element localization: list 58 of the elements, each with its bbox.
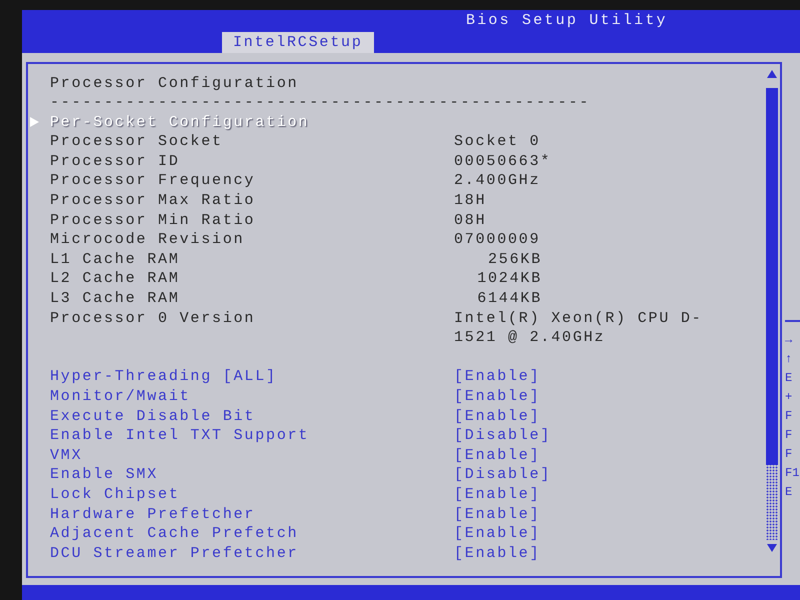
page-title: Processor Configuration <box>50 74 298 94</box>
info-value: 6144KB <box>477 289 542 309</box>
option-value[interactable]: [Enable] <box>454 367 540 387</box>
option-value[interactable]: [Enable] <box>454 544 540 564</box>
info-label: Processor 0 Version <box>50 310 256 327</box>
key-hint: F <box>785 408 792 425</box>
key-hint: → <box>785 332 792 349</box>
info-value: Intel(R) Xeon(R) CPU D-1521 @ 2.40GHz <box>454 308 704 348</box>
option-value[interactable]: [Enable] <box>454 387 540 407</box>
info-value: 256KB <box>488 250 542 270</box>
option-label[interactable]: Hyper-Threading [ALL] <box>50 368 277 386</box>
scroll-up-arrow-icon[interactable] <box>767 70 777 78</box>
key-hint: F <box>785 446 792 463</box>
info-label: Processor ID <box>50 152 180 170</box>
scroll-down-arrow-icon[interactable] <box>767 544 777 552</box>
key-hint: E <box>785 370 792 387</box>
info-value: 00050663* <box>454 152 552 172</box>
option-label[interactable]: Execute Disable Bit <box>50 408 256 425</box>
option-label[interactable]: Monitor/Mwait <box>50 388 190 405</box>
option-label[interactable]: Enable SMX <box>50 466 158 484</box>
info-label: Processor Max Ratio <box>50 192 256 210</box>
key-hint: F1 <box>785 465 800 482</box>
dashed-divider: -------------------------------------------------- <box>50 93 590 113</box>
option-label[interactable]: Lock Chipset <box>50 486 180 503</box>
info-value: 08H <box>454 210 486 230</box>
tab[interactable]: IntelRCSetup <box>222 32 374 53</box>
option-value[interactable]: [Disable] <box>454 465 552 485</box>
key-hint: E <box>785 484 792 501</box>
option-label[interactable]: Hardware Prefetcher <box>50 506 256 523</box>
info-label: Processor Frequency <box>50 172 256 190</box>
info-label: L1 Cache RAM <box>50 250 180 268</box>
info-label: Processor Socket <box>50 133 223 150</box>
scrollbar-track[interactable] <box>766 88 778 540</box>
info-value: 2.400GHz <box>454 171 540 192</box>
option-label[interactable]: DCU Streamer Prefetcher <box>50 544 298 562</box>
option-value[interactable]: [Enable] <box>454 484 540 505</box>
option-label[interactable]: Adjacent Cache Prefetch <box>50 525 298 542</box>
triangle-icon <box>30 117 39 128</box>
key-hint: + <box>785 389 792 406</box>
info-label: L2 Cache RAM <box>50 270 180 288</box>
key-hint: F <box>785 427 792 444</box>
info-value: 07000009 <box>454 230 540 250</box>
option-value[interactable]: [Enable] <box>454 446 540 466</box>
option-value[interactable]: [Enable] <box>454 524 540 544</box>
option-value[interactable]: [Enable] <box>454 504 540 524</box>
info-value: 1024KB <box>477 269 542 290</box>
option-value[interactable]: [Enable] <box>454 406 540 426</box>
info-label: Processor Min Ratio <box>50 212 256 229</box>
option-label[interactable]: Enable Intel TXT Support <box>50 427 310 444</box>
info-value: 18H <box>454 191 486 211</box>
key-hint: ↑ <box>785 351 792 368</box>
option-label[interactable]: VMX <box>50 446 82 464</box>
option-value[interactable]: [Disable] <box>454 426 552 446</box>
bios-title: Bios Setup Utility <box>466 11 668 31</box>
scrollbar-thumb[interactable] <box>766 88 778 465</box>
info-value: Socket 0 <box>454 132 540 152</box>
info-label: Microcode Revision <box>50 231 244 248</box>
info-label: L3 Cache RAM <box>50 290 180 308</box>
